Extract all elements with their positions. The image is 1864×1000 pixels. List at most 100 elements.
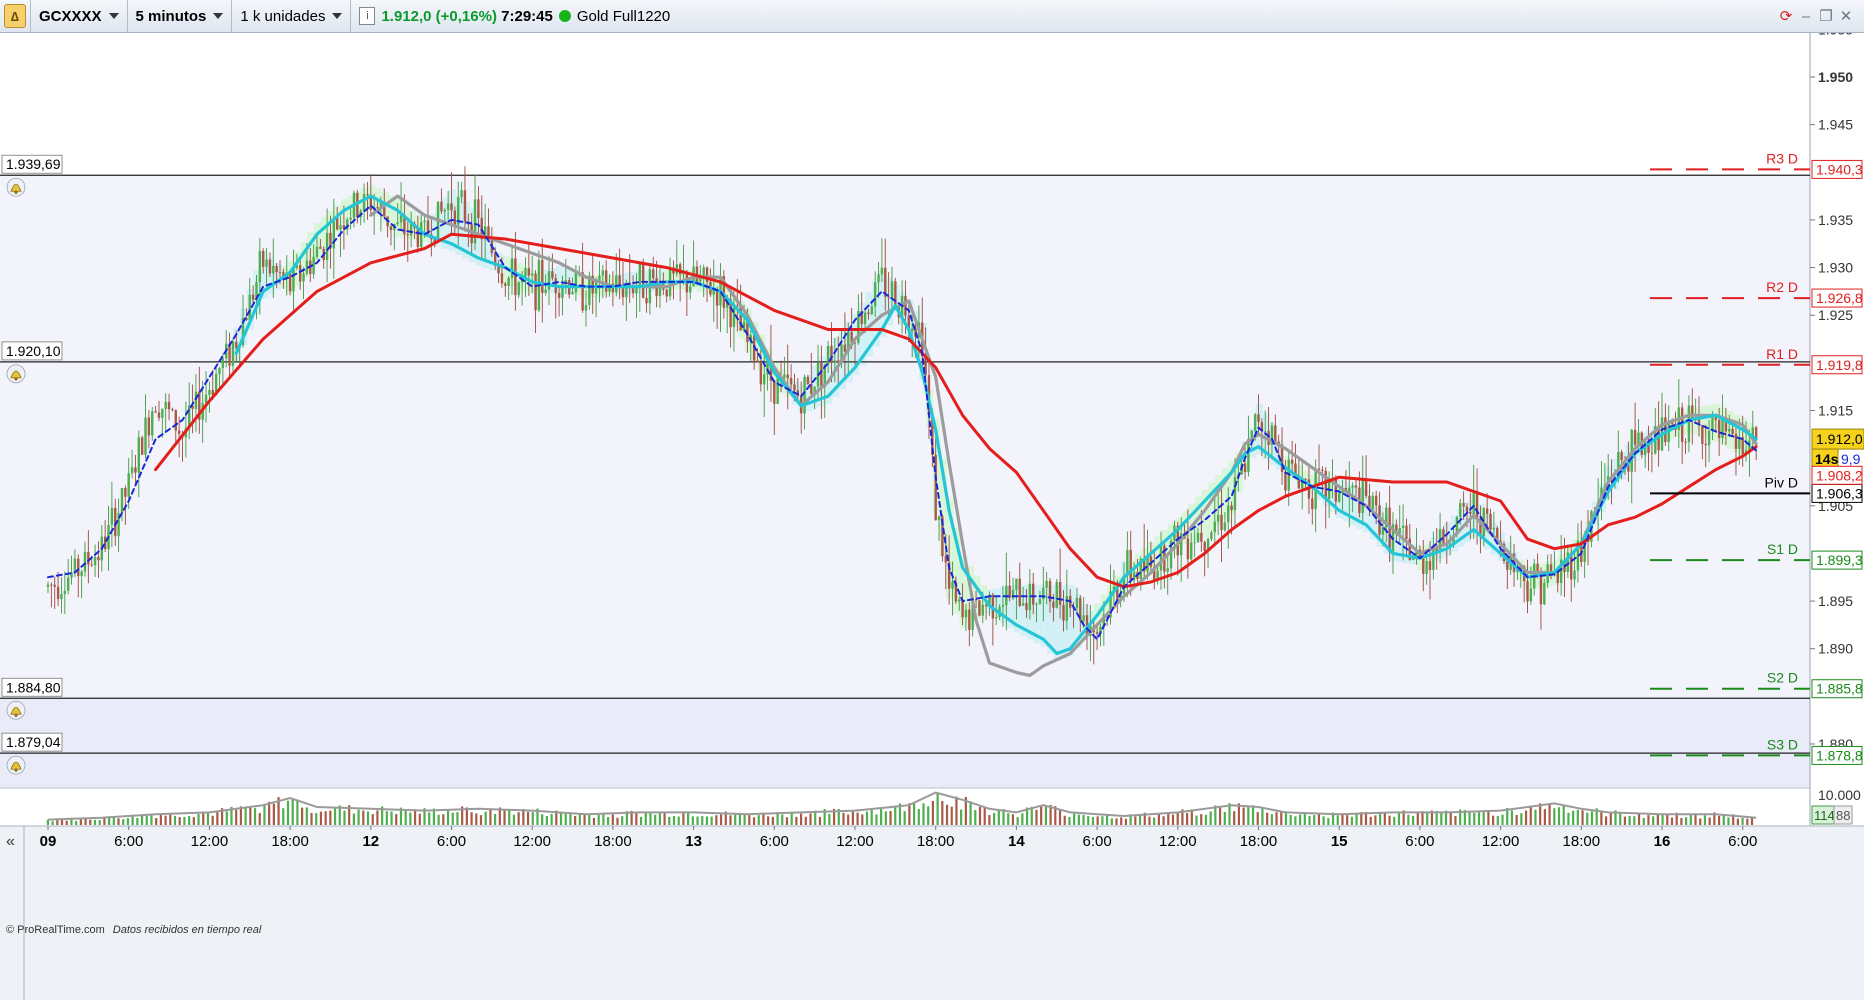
timeframe-dropdown[interactable]: 5 minutos xyxy=(128,0,233,32)
x-tick-label: 18:00 xyxy=(1563,833,1601,850)
sync-icon[interactable]: ⟳ xyxy=(1776,7,1796,25)
volume-bar xyxy=(705,816,709,825)
candle-body xyxy=(1492,528,1496,530)
candle-body xyxy=(66,577,70,591)
candle-body xyxy=(904,296,907,316)
candle-body xyxy=(534,273,537,311)
volume-bar xyxy=(329,810,332,825)
volume-bar xyxy=(1487,809,1490,825)
symbol-dropdown[interactable]: GCXXXX xyxy=(31,0,128,32)
volume-bar xyxy=(1308,815,1311,825)
candle-body xyxy=(984,604,988,606)
candle-body xyxy=(1354,485,1358,488)
volume-bar xyxy=(771,816,774,825)
candle-body xyxy=(1220,514,1223,531)
candle-body xyxy=(140,437,144,455)
volume-bar xyxy=(917,809,920,825)
volume-bar xyxy=(343,810,346,825)
volume-bar xyxy=(1449,811,1452,825)
candle-body xyxy=(218,368,221,374)
volume-bar xyxy=(701,816,704,825)
change-text: (+0,16%) xyxy=(435,7,497,25)
volume-bar xyxy=(1619,813,1622,825)
dotted-value: 9,9 xyxy=(1841,451,1861,467)
bell-icon-clapper xyxy=(14,377,18,381)
volume-bar xyxy=(564,813,567,825)
maximize-icon[interactable]: ❐ xyxy=(1816,7,1836,25)
x-tick-label: 12 xyxy=(362,833,379,850)
candle-body xyxy=(1650,452,1654,454)
price-chart[interactable]: 1.939,69 1.920,10 1.884,80 1.879,04 R3 D R2 … xyxy=(0,33,1864,1000)
close-icon[interactable]: ✕ xyxy=(1836,7,1856,25)
candle-body xyxy=(177,430,181,434)
candle-body xyxy=(547,271,551,290)
volume-bar xyxy=(286,800,290,825)
units-dropdown[interactable]: 1 k unidades xyxy=(232,0,352,32)
candle-body xyxy=(1035,603,1038,605)
volume-bar xyxy=(729,815,732,825)
scroll-left-button[interactable]: « xyxy=(6,833,15,850)
candle-body xyxy=(124,488,127,497)
candle-body xyxy=(1374,495,1378,506)
candle-body xyxy=(820,362,823,388)
volume-bar xyxy=(654,814,657,825)
candle-body xyxy=(235,341,238,349)
volume-bar xyxy=(352,813,355,825)
volume-bar xyxy=(310,812,313,825)
volume-bar xyxy=(574,816,577,825)
volume-bar xyxy=(1176,812,1179,825)
bell-icon xyxy=(6,364,26,384)
candle-body xyxy=(880,267,884,275)
candle-body xyxy=(487,226,490,238)
candle-body xyxy=(1190,542,1193,560)
candle-body xyxy=(978,600,981,616)
level-label: 1.884,80 xyxy=(6,679,61,695)
volume-bar xyxy=(89,819,92,825)
volume-bar xyxy=(682,813,685,825)
candle-body xyxy=(541,260,544,293)
volume-bar xyxy=(550,813,553,825)
volume-bar xyxy=(1350,816,1353,825)
volume-bar xyxy=(922,803,925,825)
volume-bar xyxy=(126,818,130,825)
volume-bar xyxy=(1501,814,1504,825)
minimize-icon[interactable]: – xyxy=(1796,7,1816,25)
x-tick-label: 6:00 xyxy=(1405,833,1434,850)
y-tick-label: 1.915 xyxy=(1818,403,1853,419)
volume-bar xyxy=(526,811,530,825)
volume-bar xyxy=(442,814,445,825)
volume-bar xyxy=(451,812,454,825)
ma-value: 1.908,2 xyxy=(1816,467,1863,483)
volume-bar xyxy=(1148,816,1151,825)
candle-body xyxy=(1543,582,1546,605)
volume-bar xyxy=(197,813,200,825)
volume-bar xyxy=(508,809,511,825)
volume-bar xyxy=(1082,815,1085,825)
candle-body xyxy=(1506,561,1509,570)
volume-bar xyxy=(1703,815,1707,825)
volume-bar xyxy=(865,811,869,825)
candle-body xyxy=(366,194,369,195)
volume-bar xyxy=(1685,817,1688,825)
candle-body xyxy=(910,328,914,332)
volume-bar xyxy=(1346,815,1349,825)
volume-bar xyxy=(296,799,299,825)
volume-bar xyxy=(804,816,807,825)
candle-body xyxy=(208,390,211,395)
volume-bar xyxy=(1393,816,1396,825)
candle-body xyxy=(167,401,171,410)
volume-bar xyxy=(484,811,487,825)
candle-body xyxy=(1018,578,1021,606)
volume-bar xyxy=(861,814,864,825)
pivot-value: 1.899,3 xyxy=(1816,552,1863,568)
x-tick-label: 6:00 xyxy=(114,833,143,850)
candle-body xyxy=(60,593,63,600)
candle-body xyxy=(1284,471,1287,491)
x-tick-label: 12:00 xyxy=(836,833,874,850)
candle-body xyxy=(964,609,968,618)
candle-body xyxy=(231,341,235,366)
volume-bar xyxy=(225,811,228,825)
bell-icon-clapper xyxy=(14,713,18,717)
info-icon[interactable]: i xyxy=(359,7,376,25)
volume-bar xyxy=(1548,803,1551,825)
